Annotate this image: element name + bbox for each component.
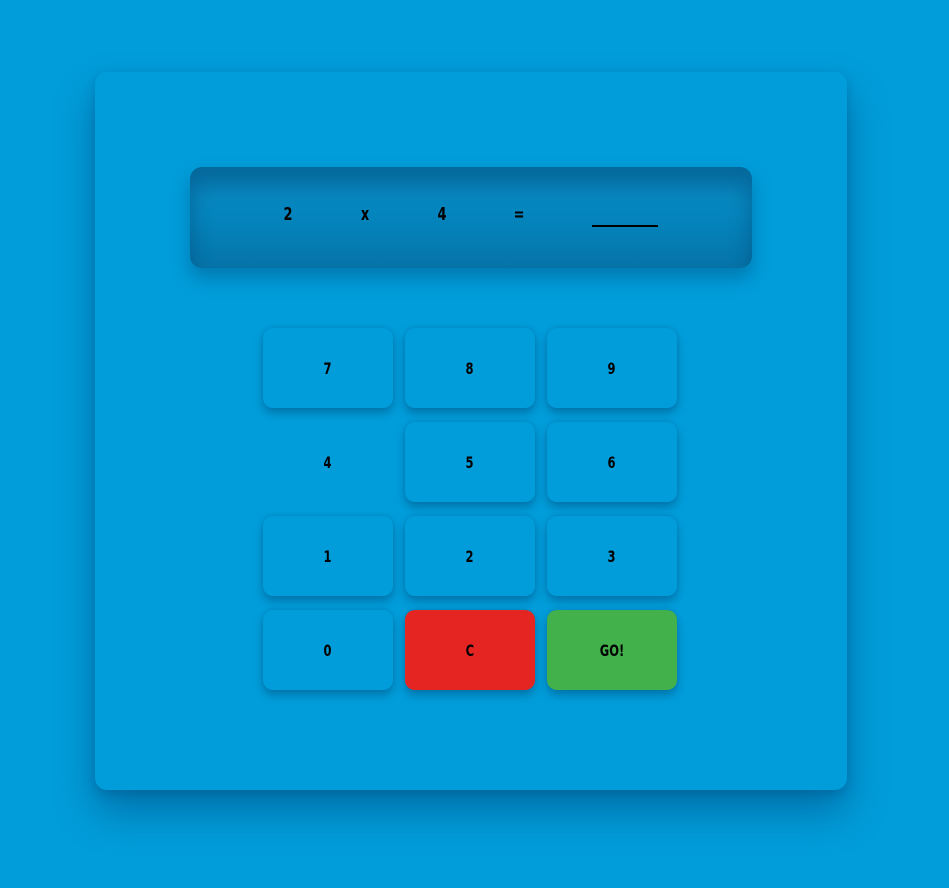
operand-a: 2 [283,204,293,225]
key-label: 2 [465,546,475,566]
number-keypad: 7 8 9 4 5 6 1 2 3 0 C GO! [263,328,679,690]
clear-button[interactable]: C [405,610,535,690]
key-2[interactable]: 2 [405,516,535,596]
key-3[interactable]: 3 [547,516,677,596]
equation-display: 2 x 4 = [190,167,752,268]
key-6[interactable]: 6 [547,422,677,502]
key-9[interactable]: 9 [547,328,677,408]
key-1[interactable]: 1 [263,516,393,596]
key-label: 7 [323,358,333,378]
key-label: 5 [465,452,475,472]
clear-button-label: C [465,640,475,660]
key-5[interactable]: 5 [405,422,535,502]
key-label: 6 [607,452,617,472]
key-0[interactable]: 0 [263,610,393,690]
equals-sign: = [513,204,525,225]
key-label: 3 [607,546,617,566]
go-button-label: GO! [599,640,625,660]
key-label: 0 [323,640,333,660]
go-button[interactable]: GO! [547,610,677,690]
operand-b: 4 [437,204,447,225]
key-4[interactable]: 4 [263,422,393,502]
answer-blank [592,225,658,227]
key-label: 9 [607,358,617,378]
key-7[interactable]: 7 [263,328,393,408]
key-label: 4 [323,452,333,472]
key-8[interactable]: 8 [405,328,535,408]
math-quiz-card: 2 x 4 = 7 8 9 4 5 6 1 2 3 0 C GO! [95,72,847,790]
operator-sign: x [360,204,370,225]
key-label: 1 [323,546,333,566]
key-label: 8 [465,358,475,378]
